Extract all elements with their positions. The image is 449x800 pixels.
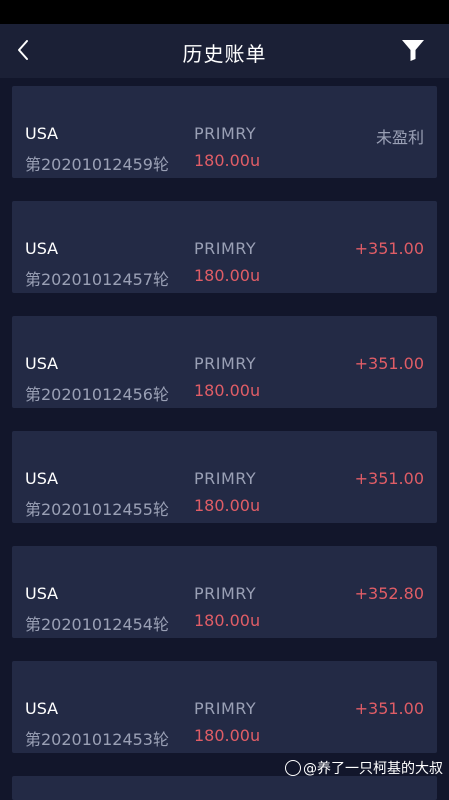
record-amount: 180.00u <box>194 381 261 400</box>
bill-record-card[interactable]: USA 第20201012456轮 PRIMRY 180.00u +351.00 <box>12 316 437 408</box>
watermark-logo-icon <box>285 760 301 776</box>
record-round: 第20201012455轮 <box>25 500 169 519</box>
record-plan: PRIMRY <box>194 354 257 373</box>
record-plan: PRIMRY <box>194 699 257 718</box>
status-bar <box>0 0 449 24</box>
record-result: +351.00 <box>354 699 424 718</box>
record-symbol: USA <box>25 469 59 488</box>
record-amount: 180.00u <box>194 266 261 285</box>
watermark: @养了一只柯基的大叔 <box>285 758 443 778</box>
record-round: 第20201012454轮 <box>25 615 169 634</box>
record-result: +351.00 <box>354 239 424 258</box>
record-result: +351.00 <box>354 469 424 488</box>
record-symbol: USA <box>25 699 59 718</box>
record-amount: 180.00u <box>194 496 261 515</box>
bill-record-card[interactable]: USA 第20201012457轮 PRIMRY 180.00u +351.00 <box>12 201 437 293</box>
record-plan: PRIMRY <box>194 124 257 143</box>
record-round: 第20201012456轮 <box>25 385 169 404</box>
filter-button[interactable] <box>401 38 425 62</box>
page-title: 历史账单 <box>182 42 267 66</box>
record-symbol: USA <box>25 584 59 603</box>
bill-record-card[interactable]: USA 第20201012453轮 PRIMRY 180.00u +351.00 <box>12 661 437 753</box>
bill-record-card[interactable]: USA 第20201012459轮 PRIMRY 180.00u 未盈利 <box>12 86 437 178</box>
record-symbol: USA <box>25 239 59 258</box>
record-amount: 180.00u <box>194 726 261 745</box>
record-plan: PRIMRY <box>194 584 257 603</box>
record-result: +351.00 <box>354 354 424 373</box>
watermark-text: @养了一只柯基的大叔 <box>303 761 443 777</box>
record-amount: 180.00u <box>194 151 261 170</box>
record-result: 未盈利 <box>375 128 424 147</box>
bill-record-card[interactable]: USA 第20201012454轮 PRIMRY 180.00u +352.80 <box>12 546 437 638</box>
record-symbol: USA <box>25 354 59 373</box>
record-plan: PRIMRY <box>194 239 257 258</box>
filter-funnel-icon <box>402 40 424 61</box>
bill-record-card-partial[interactable] <box>12 776 437 800</box>
record-symbol: USA <box>25 124 59 143</box>
record-result: +352.80 <box>354 584 424 603</box>
navigation-bar: 历史账单 <box>0 24 449 78</box>
record-round: 第20201012453轮 <box>25 730 169 749</box>
record-round: 第20201012459轮 <box>25 155 169 174</box>
bill-record-card[interactable]: USA 第20201012455轮 PRIMRY 180.00u +351.00 <box>12 431 437 523</box>
record-amount: 180.00u <box>194 611 261 630</box>
record-plan: PRIMRY <box>194 469 257 488</box>
record-round: 第20201012457轮 <box>25 270 169 289</box>
